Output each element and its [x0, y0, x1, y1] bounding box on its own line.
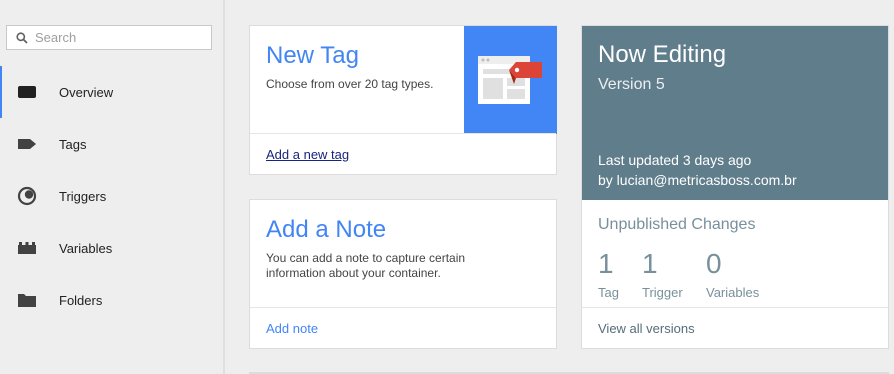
now-editing-header: Now Editing Version 5 Last updated 3 day…	[582, 26, 888, 200]
unpublished-changes-title: Unpublished Changes	[598, 216, 756, 233]
sidebar-item-label: Triggers	[59, 188, 107, 204]
variable-count-label: Variables	[706, 285, 760, 300]
trigger-icon	[17, 186, 37, 206]
tag-browser-illustration[interactable]	[464, 26, 557, 134]
sidebar-item-tags[interactable]: Tags	[0, 118, 223, 170]
add-note-description: You can add a note to capture certain in…	[266, 251, 466, 280]
sidebar-item-label: Tags	[59, 136, 87, 152]
tag-count-label: Tag	[598, 285, 619, 300]
add-note-link[interactable]: Add note	[266, 321, 318, 336]
search-icon	[16, 32, 28, 44]
overview-icon	[17, 82, 37, 102]
now-editing-title: Now Editing	[598, 41, 727, 68]
view-all-versions-link[interactable]: View all versions	[598, 321, 695, 336]
last-updated-text: Last updated 3 days ago	[598, 152, 752, 168]
folder-icon	[17, 290, 37, 310]
variable-count[interactable]: 0	[706, 248, 722, 280]
tag-count[interactable]: 1	[598, 248, 614, 280]
sidebar-item-triggers[interactable]: Triggers	[0, 170, 223, 222]
tag-icon	[17, 134, 37, 154]
new-tag-description: Choose from over 20 tag types.	[266, 77, 434, 91]
updated-by-text: by lucian@metricasboss.com.br	[598, 172, 797, 188]
add-new-tag-link[interactable]: Add a new tag	[266, 147, 349, 162]
unpublished-changes-section: Unpublished Changes 1 Tag 1 Trigger 0 Va…	[582, 200, 888, 308]
variables-icon	[17, 238, 37, 258]
search-box[interactable]	[6, 25, 212, 50]
add-note-title[interactable]: Add a Note	[266, 216, 386, 244]
now-editing-card: Now Editing Version 5 Last updated 3 day…	[581, 25, 889, 349]
sidebar-item-variables[interactable]: Variables	[0, 222, 223, 274]
new-tag-footer: Add a new tag	[250, 133, 556, 174]
sidebar-item-label: Overview	[59, 84, 114, 100]
add-note-card: Add a Note You can add a note to capture…	[249, 199, 557, 349]
search-input[interactable]	[35, 28, 205, 47]
new-tag-card: New Tag Choose from over 20 tag types. A…	[249, 25, 557, 175]
trigger-count[interactable]: 1	[642, 248, 658, 280]
sidebar-item-folders[interactable]: Folders	[0, 274, 223, 326]
now-editing-footer: View all versions	[582, 307, 888, 348]
add-note-footer: Add note	[250, 307, 556, 348]
trigger-count-label: Trigger	[642, 285, 683, 300]
new-tag-title[interactable]: New Tag	[266, 42, 359, 70]
sidebar-item-overview[interactable]: Overview	[0, 66, 223, 118]
sidebar: Overview Tags Triggers Variables Folders	[0, 0, 225, 374]
sidebar-item-label: Folders	[59, 292, 103, 308]
version-label: Version 5	[598, 76, 665, 93]
sidebar-item-label: Variables	[59, 240, 113, 256]
